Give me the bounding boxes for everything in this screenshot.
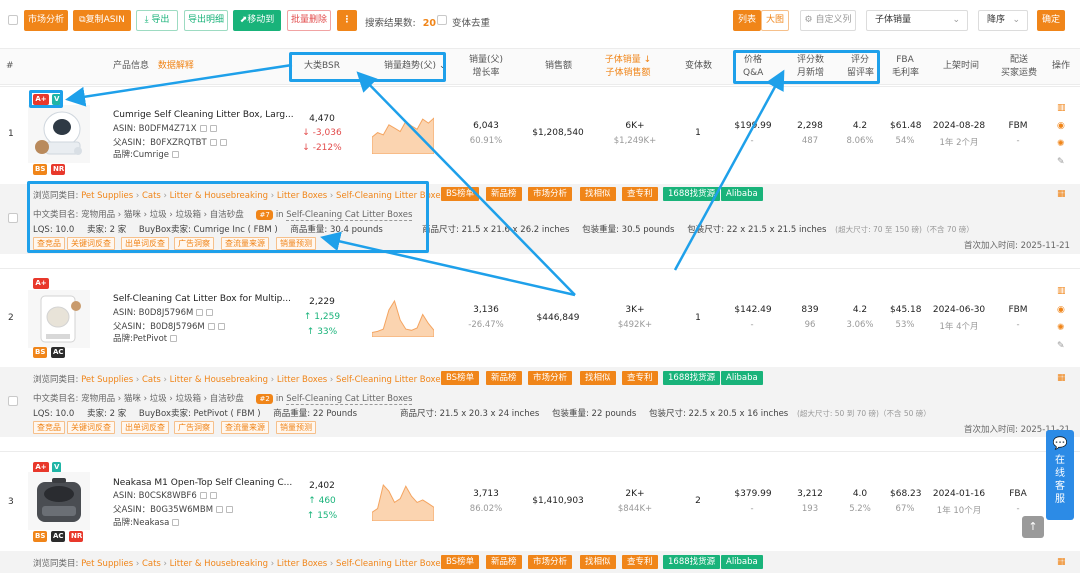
arrow-to-detail — [320, 231, 576, 297]
arrow-to-bsr — [356, 71, 576, 296]
annotation-arrows — [65, 63, 785, 297]
arrow-to-badges — [65, 63, 293, 107]
arrow-to-price — [673, 69, 785, 271]
